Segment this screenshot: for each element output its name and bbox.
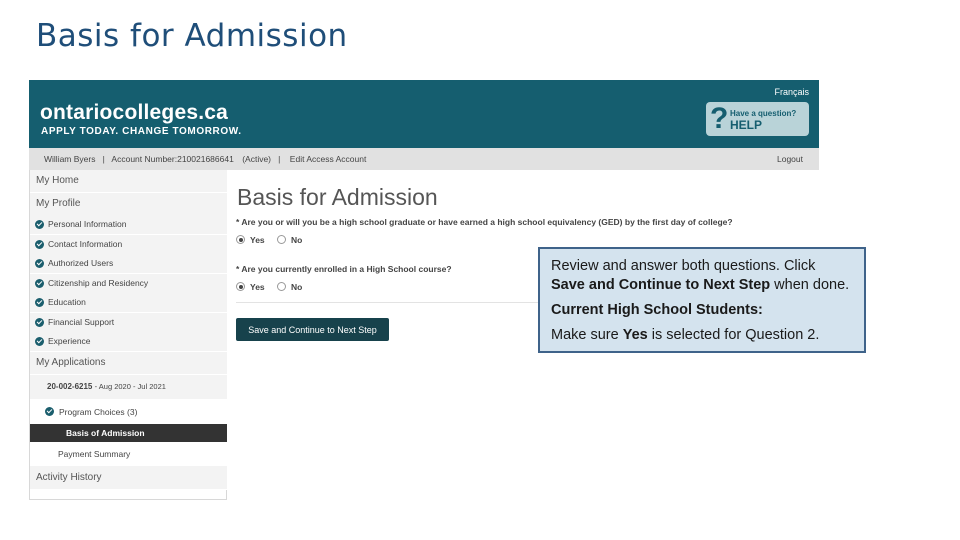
sidebar-item-label: Program Choices (3) — [59, 407, 138, 417]
sidebar-item-label: 20-002-6215 - Aug 2020 - Jul 2021 — [47, 382, 166, 391]
site-logo[interactable]: ontariocolleges.ca — [40, 101, 228, 125]
callout-text: Make sure — [551, 327, 623, 343]
radio-label: No — [291, 282, 303, 292]
help-button[interactable]: ? Have a question? HELP — [706, 102, 809, 136]
user-name: William Byers — [44, 154, 96, 164]
sidebar-item-my-home[interactable]: My Home — [30, 170, 227, 193]
radio-label: Yes — [250, 235, 265, 245]
sidebar-item-application[interactable]: 20-002-6215 - Aug 2020 - Jul 2021 — [30, 375, 227, 400]
sidebar-item-basis-of-admission[interactable]: Basis of Admission — [30, 424, 227, 443]
sidebar-item-label: Activity History — [36, 472, 102, 483]
check-circle-icon — [45, 407, 54, 416]
sidebar-item-my-profile[interactable]: My Profile — [30, 193, 227, 216]
question-2: * Are you currently enrolled in a High S… — [236, 264, 452, 274]
question-mark-icon: ? — [710, 102, 729, 135]
callout-emphasis: Save and Continue to Next Step — [551, 277, 771, 293]
account-info: William Byers | Account Number:210021686… — [44, 154, 366, 164]
radio-yes[interactable] — [236, 235, 245, 244]
question-1-no[interactable]: No — [277, 235, 302, 245]
check-circle-icon — [35, 240, 44, 249]
check-circle-icon — [35, 279, 44, 288]
sidebar-item-experience[interactable]: Experience — [30, 332, 227, 352]
question-1-yes[interactable]: Yes — [236, 235, 265, 245]
sidebar-item-label: My Profile — [36, 198, 81, 209]
sidebar-item-financial-support[interactable]: Financial Support — [30, 313, 227, 333]
slide-title: Basis for Admission — [36, 18, 348, 54]
help-subtitle: Have a question? — [730, 109, 797, 118]
callout-heading: Current High School Students: — [551, 301, 853, 320]
sidebar-item-label: Experience — [48, 336, 91, 346]
check-circle-icon — [35, 318, 44, 327]
sidebar-item-my-applications[interactable]: My Applications — [30, 352, 227, 375]
separator: | — [273, 154, 288, 164]
sidebar-item-education[interactable]: Education — [30, 293, 227, 313]
language-link[interactable]: Français — [774, 87, 809, 97]
sidebar-item-label: Contact Information — [48, 239, 123, 249]
separator: | — [97, 154, 110, 164]
callout-text: is selected for Question 2. — [647, 327, 820, 343]
sidebar-item-label: My Home — [36, 175, 79, 186]
sidebar-item-program-choices[interactable]: Program Choices (3) — [30, 400, 227, 424]
callout-instruction: Review and answer both questions. Click … — [551, 257, 853, 295]
check-circle-icon — [35, 337, 44, 346]
question-1: * Are you or will you be a high school g… — [236, 217, 733, 227]
radio-no[interactable] — [277, 282, 287, 291]
logout-link[interactable]: Logout — [777, 154, 803, 164]
help-label: HELP — [730, 118, 763, 132]
site-tagline: APPLY TODAY. CHANGE TOMORROW. — [41, 126, 242, 137]
sidebar-item-label: Basis of Admission — [66, 428, 145, 438]
question-2-yes[interactable]: Yes — [236, 282, 265, 292]
check-circle-icon — [35, 220, 44, 229]
radio-yes[interactable] — [236, 282, 245, 291]
question-2-options: Yes No — [236, 282, 312, 292]
sidebar-item-authorized-users[interactable]: Authorized Users — [30, 254, 227, 274]
callout-note: Make sure Yes is selected for Question 2… — [551, 326, 853, 345]
save-and-continue-button[interactable]: Save and Continue to Next Step — [236, 318, 389, 341]
application-dates: - Aug 2020 - Jul 2021 — [94, 382, 166, 391]
callout-heading-text: Current High School Students: — [551, 302, 763, 318]
callout-text: when done. — [770, 277, 850, 293]
radio-no[interactable] — [277, 235, 287, 244]
sidebar-item-label: Financial Support — [48, 317, 115, 327]
radio-label: No — [291, 235, 303, 245]
site-header: ontariocolleges.ca APPLY TODAY. CHANGE T… — [29, 80, 819, 148]
page-title: Basis for Admission — [237, 184, 438, 210]
sidebar-item-label: Citizenship and Residency — [48, 278, 149, 288]
check-circle-icon — [35, 298, 44, 307]
sidebar-item-label: My Applications — [36, 357, 106, 368]
instruction-callout: Review and answer both questions. Click … — [538, 247, 866, 353]
sidebar-item-payment-summary[interactable]: Payment Summary — [30, 443, 227, 466]
check-circle-icon — [35, 259, 44, 268]
sidebar-item-label: Authorized Users — [48, 258, 114, 268]
sidebar-item-label: Education — [48, 297, 86, 307]
edit-access-account-link[interactable]: Edit Access Account — [290, 154, 367, 164]
callout-emphasis: Yes — [622, 327, 648, 343]
sidebar-item-citizenship-residency[interactable]: Citizenship and Residency — [30, 274, 227, 294]
account-number: Account Number:210021686641 — [111, 154, 234, 164]
sidebar-item-label: Payment Summary — [58, 449, 131, 459]
account-bar: William Byers | Account Number:210021686… — [29, 148, 819, 170]
sidebar-item-personal-information[interactable]: Personal Information — [30, 215, 227, 235]
question-2-no[interactable]: No — [277, 282, 302, 292]
account-status: (Active) — [242, 154, 272, 164]
application-id: 20-002-6215 — [47, 382, 93, 391]
radio-label: Yes — [250, 282, 265, 292]
sidebar-nav: My Home My Profile Personal Information … — [29, 170, 227, 500]
sidebar-item-activity-history[interactable]: Activity History — [30, 466, 227, 490]
callout-text: Review and answer both questions. Click — [551, 258, 816, 274]
sidebar-item-contact-information[interactable]: Contact Information — [30, 235, 227, 255]
sidebar-item-label: Personal Information — [48, 219, 127, 229]
question-1-options: Yes No — [236, 235, 312, 245]
